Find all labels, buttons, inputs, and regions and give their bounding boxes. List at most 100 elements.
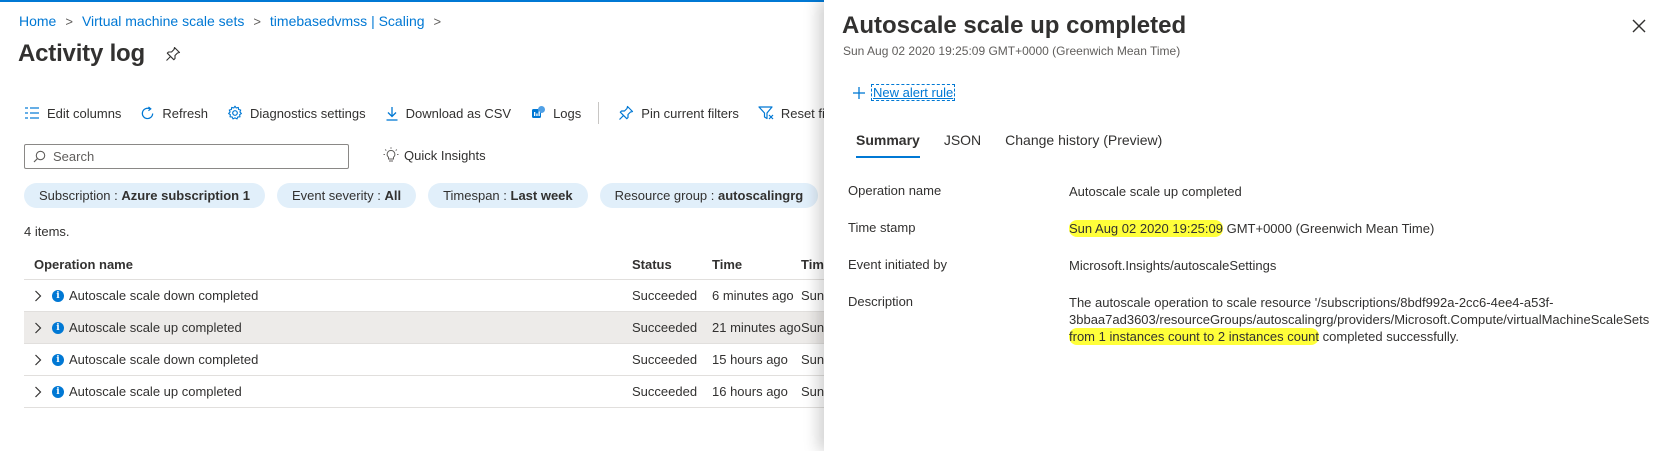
info-icon: i xyxy=(52,321,64,334)
column-header-time-stamp[interactable]: Time stamp xyxy=(801,257,824,272)
search-icon xyxy=(33,150,46,163)
reset-filters-button[interactable]: Reset filters xyxy=(758,105,824,121)
search-placeholder: Search xyxy=(53,149,95,164)
plus-icon xyxy=(853,86,865,99)
diagnostics-settings-button[interactable]: Diagnostics settings xyxy=(227,105,366,121)
time-cell: 16 hours ago xyxy=(712,384,788,399)
status-cell: Succeeded xyxy=(632,288,698,303)
operation-cell: i Autoscale scale down completed xyxy=(24,352,632,367)
filter-pill-subscription[interactable]: Subscription : Azure subscription 1 xyxy=(24,183,265,208)
logs-button[interactable]: Logs xyxy=(530,105,581,121)
time-stamp-cell: Sun Aug 02 2020 xyxy=(801,384,824,399)
breadcrumb-home[interactable]: Home xyxy=(19,13,56,29)
operation-name: Autoscale scale up completed xyxy=(69,320,242,335)
close-icon[interactable] xyxy=(1630,17,1648,35)
table-row[interactable]: i Autoscale scale down completed Succeed… xyxy=(24,280,824,312)
filter-icon xyxy=(758,106,774,120)
new-alert-rule-button[interactable]: New alert rule xyxy=(852,84,956,101)
filter-pill-value: Last week xyxy=(510,188,573,203)
search-input[interactable]: Search xyxy=(24,144,349,169)
table-row[interactable]: i Autoscale scale up completed Succeeded… xyxy=(24,376,824,408)
toolbar-divider xyxy=(598,102,600,124)
edit-columns-label: Edit columns xyxy=(47,105,122,121)
refresh-label: Refresh xyxy=(162,105,208,121)
property-value: Microsoft.Insights/autoscaleSettings xyxy=(1069,258,1277,273)
filter-pill-label: Timespan : xyxy=(443,188,511,203)
tab-json[interactable]: JSON xyxy=(944,132,981,158)
breadcrumb-separator: > xyxy=(253,13,261,29)
chevron-right-icon[interactable] xyxy=(34,354,52,366)
time-cell: 21 minutes ago xyxy=(712,320,801,335)
breadcrumb-separator: > xyxy=(65,13,73,29)
tab-summary[interactable]: Summary xyxy=(856,132,920,158)
operation-cell: i Autoscale scale down completed xyxy=(24,288,632,303)
table-row[interactable]: i Autoscale scale down completed Succeed… xyxy=(24,344,824,376)
time-cell: 6 minutes ago xyxy=(712,288,794,303)
property-value: The autoscale operation to scale resourc… xyxy=(1069,294,1669,345)
filter-pill-label: Event severity : xyxy=(291,188,385,203)
description-rest: completed successfully. xyxy=(1319,329,1459,344)
operation-name: Autoscale scale down completed xyxy=(69,288,259,303)
table-row[interactable]: i Autoscale scale up completed Succeeded… xyxy=(24,312,824,344)
chevron-right-icon[interactable] xyxy=(34,290,52,302)
chevron-right-icon[interactable] xyxy=(34,322,52,334)
tab-change-history[interactable]: Change history (Preview) xyxy=(1005,132,1162,158)
column-header-time[interactable]: Time xyxy=(712,257,801,272)
panel-tabs: Summary JSON Change history (Preview) xyxy=(856,132,1186,158)
panel-title: Autoscale scale up completed xyxy=(842,12,1187,39)
filter-pill-value: All xyxy=(384,188,402,203)
new-alert-rule-label: New alert rule xyxy=(870,84,956,101)
property-value: Sun Aug 02 2020 19:25:09 GMT+0000 (Green… xyxy=(1069,220,1669,237)
operation-name: Autoscale scale down completed xyxy=(69,352,259,367)
filter-pill-timespan[interactable]: Timespan : Last week xyxy=(428,183,588,208)
pin-current-filters-button[interactable]: Pin current filters xyxy=(618,105,739,121)
filter-pill-event-severity[interactable]: Event severity : All xyxy=(276,183,417,208)
quick-insights-button[interactable]: Quick Insights xyxy=(383,147,486,163)
download-csv-button[interactable]: Download as CSV xyxy=(385,106,511,121)
filter-pill-value: autoscalingrg xyxy=(718,188,804,203)
refresh-button[interactable]: Refresh xyxy=(140,106,208,121)
property-key: Description xyxy=(848,294,914,309)
edit-columns-button[interactable]: Edit columns xyxy=(24,106,121,121)
status-cell: Succeeded xyxy=(632,384,698,399)
status-cell: Succeeded xyxy=(632,352,698,367)
event-details-panel: Autoscale scale up completed Sun Aug 02 … xyxy=(824,0,1677,451)
time-stamp-cell: Sun Aug 02 2020 xyxy=(801,288,824,303)
time-stamp-cell: Sun Aug 02 2020 xyxy=(801,352,824,367)
pin-filter-icon xyxy=(619,105,634,120)
highlighted-text: from 1 instances count to 2 instances co… xyxy=(1069,328,1320,345)
breadcrumb-separator: > xyxy=(433,13,442,29)
property-key: Time stamp xyxy=(848,220,916,235)
activity-grid: Operation name Status Time Time stamp i … xyxy=(24,250,824,408)
property-key: Operation name xyxy=(848,183,942,198)
reset-filters-label: Reset filters xyxy=(780,105,824,121)
time-cell: 15 hours ago xyxy=(712,352,788,367)
diagnostics-settings-label: Diagnostics settings xyxy=(249,105,366,121)
refresh-icon xyxy=(142,105,154,119)
status-cell: Succeeded xyxy=(632,320,698,335)
command-bar: Edit columns Refresh Diagnostics setting… xyxy=(24,102,824,124)
info-icon: i xyxy=(52,289,64,302)
highlighted-text: Sun Aug 02 2020 19:25:09 xyxy=(1069,220,1223,237)
value-rest: GMT+0000 (Greenwich Mean Time) xyxy=(1222,221,1435,236)
breadcrumb-vmss[interactable]: Virtual machine scale sets xyxy=(82,13,244,29)
chevron-right-icon[interactable] xyxy=(34,386,52,398)
items-count: 4 items. xyxy=(24,224,70,239)
filter-pill-resource-group[interactable]: Resource group : autoscalingrg xyxy=(599,183,819,208)
page-title: Activity log xyxy=(18,40,145,67)
property-value: Autoscale scale up completed xyxy=(1069,184,1242,199)
column-header-status[interactable]: Status xyxy=(632,257,712,272)
description-line-1: The autoscale operation to scale resourc… xyxy=(1069,295,1554,310)
operation-cell: i Autoscale scale up completed xyxy=(24,320,632,335)
logs-icon xyxy=(532,106,546,118)
filter-pill-label: Resource group : xyxy=(614,188,718,203)
breadcrumb-scaling[interactable]: timebasedvmss | Scaling xyxy=(270,13,425,29)
pin-icon[interactable] xyxy=(165,46,181,62)
time-stamp-cell: Sun Aug 02 2020 xyxy=(801,320,824,335)
quick-insights-label: Quick Insights xyxy=(404,147,486,163)
column-header-operation-name[interactable]: Operation name xyxy=(24,257,632,272)
filter-pill-label: Subscription : xyxy=(39,188,122,203)
operation-cell: i Autoscale scale up completed xyxy=(24,384,632,399)
gear-icon xyxy=(228,105,242,120)
filter-pill-value: Azure subscription 1 xyxy=(121,188,250,203)
